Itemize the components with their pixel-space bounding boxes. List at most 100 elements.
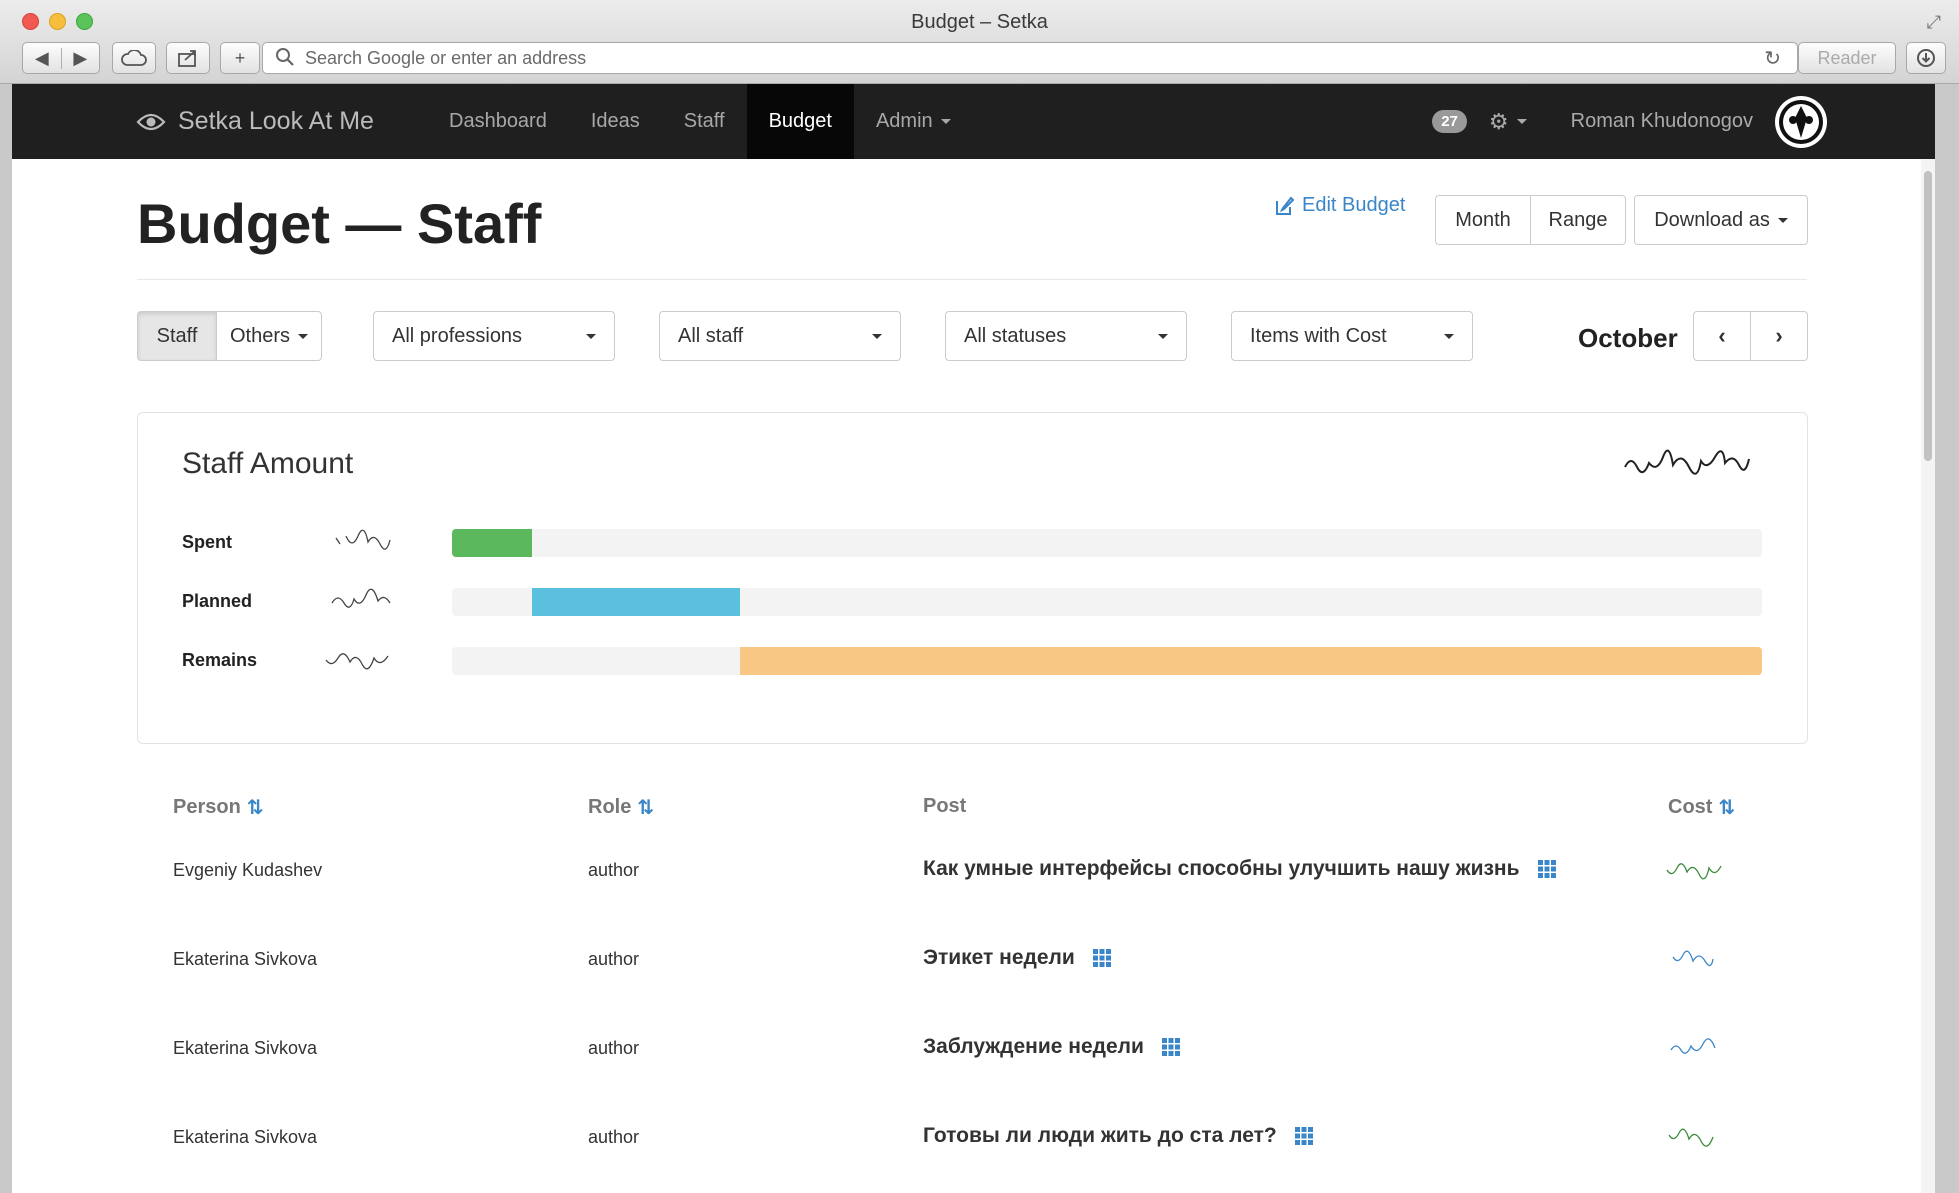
history-buttons: ◀ ▶ [22,42,100,74]
column-header-post: Post [923,795,966,818]
bar-row-spent: Spent [182,528,1772,558]
progress-fill-planned [531,588,741,616]
grid-icon[interactable] [1537,860,1556,878]
cost-filter-select[interactable]: Items with Cost [1231,311,1473,361]
notification-badge[interactable]: 27 [1432,110,1467,133]
bar-row-planned: Planned [182,587,1772,617]
header-divider [137,279,1807,280]
sort-icon: ⇅ [246,797,264,819]
forward-button[interactable]: ▶ [60,47,100,69]
amount-scribble-planned [331,588,391,608]
fullscreen-icon[interactable]: ⤢ [1927,12,1941,33]
progress-fill-remains [740,647,1762,675]
professions-value: All professions [392,324,523,347]
nav-staff[interactable]: Staff [662,84,747,159]
amount-scribble-remains [325,653,389,670]
staff-select[interactable]: All staff [659,311,901,361]
person-link[interactable]: Ekaterina Sivkova [173,1038,317,1059]
edit-budget-link[interactable]: Edit Budget [1274,194,1405,217]
others-label: Others [229,324,291,347]
role-text: author [588,1038,640,1058]
download-as-button[interactable]: Download as [1634,195,1808,245]
post-link[interactable]: Этикет недели [923,946,1075,970]
cost-scribble [1668,1128,1714,1147]
nav-admin-label: Admin [875,110,933,132]
grid-icon[interactable] [1294,1127,1313,1145]
caret-down-icon [872,333,882,339]
share-icon [178,50,196,67]
caret-down-icon [940,119,951,124]
chevron-right-icon: › [1775,323,1783,348]
role-text: author [588,1127,640,1147]
caret-down-icon [1516,119,1527,124]
user-area: 27 ⚙ Roman Khudonogov [1432,84,1827,159]
nav-admin-dropdown[interactable]: Admin [854,84,973,159]
new-tab-button[interactable]: + [220,42,260,74]
nav-ideas[interactable]: Ideas [569,84,662,159]
icloud-tabs-button[interactable] [112,42,156,74]
post-cell: Как умные интерфейсы способны улучшить н… [923,857,1556,881]
person-link[interactable]: Ekaterina Sivkova [173,949,317,970]
nav-dashboard[interactable]: Dashboard [427,84,569,159]
staff-toggle-button[interactable]: Staff [137,311,217,361]
cost-filter-value: Items with Cost [1250,324,1387,347]
post-link[interactable]: Готовы ли люди жить до ста лет? [923,1124,1277,1148]
person-link[interactable]: Ekaterina Sivkova [173,1127,317,1148]
panel-title: Staff Amount [182,447,354,480]
page-scrollbar[interactable] [1921,159,1935,1193]
column-label-post: Post [923,795,967,817]
column-header-person[interactable]: Person ⇅ [173,795,264,820]
amount-scribble-spent [335,529,391,550]
post-cell: Этикет недели [923,946,1111,970]
browser-chrome: Budget – Setka ⤢ ◀ ▶ + ↻ Reader [0,0,1959,84]
cloud-icon [121,50,147,66]
app-navbar: Setka Look At Me Dashboard Ideas Staff B… [12,84,1935,159]
avatar[interactable] [1775,95,1827,148]
user-name[interactable]: Roman Khudonogov [1571,110,1753,133]
settings-dropdown[interactable]: ⚙ [1489,109,1527,135]
month-button[interactable]: Month [1435,195,1531,245]
grid-icon[interactable] [1161,1038,1180,1056]
table-row: Ekaterina Sivkova author Этикет недели [137,916,1808,1005]
back-button[interactable]: ◀ [23,48,61,69]
grid-icon[interactable] [1092,949,1111,967]
current-month: October [1578,323,1678,353]
column-header-role[interactable]: Role ⇅ [588,795,654,820]
downloads-button[interactable] [1906,42,1946,74]
brand-link[interactable]: Setka Look At Me [136,84,374,159]
nav-budget[interactable]: Budget [746,84,854,159]
others-dropdown-button[interactable]: Others [216,311,322,361]
bar-label-spent: Spent [182,532,233,552]
staff-amount-panel: Staff Amount Spent Planned Remains [137,412,1808,744]
eye-icon [136,113,166,130]
total-amount-scribble [1624,449,1750,475]
search-icon [275,47,297,69]
address-bar[interactable]: ↻ [262,42,1798,74]
column-header-cost[interactable]: Cost ⇅ [1668,795,1735,820]
progress-track-remains [452,647,1762,675]
main-nav: Dashboard Ideas Staff Budget Admin [427,84,973,159]
reader-button[interactable]: Reader [1798,42,1896,74]
brand-name: Setka Look At Me [178,107,374,135]
reload-icon[interactable]: ↻ [1764,46,1781,71]
cost-scribble [1672,950,1714,967]
avatar-image [1779,99,1823,144]
person-link[interactable]: Evgeniy Kudashev [173,860,322,881]
table-row: Ekaterina Sivkova author Заблуждение нед… [137,1005,1808,1094]
professions-select[interactable]: All professions [373,311,615,361]
scrollbar-thumb[interactable] [1924,171,1932,461]
table-row: Evgeniy Kudashev author Как умные интерф… [137,827,1808,916]
address-input[interactable] [305,44,1765,72]
next-month-button[interactable]: › [1750,311,1808,361]
statuses-select[interactable]: All statuses [945,311,1187,361]
previous-month-button[interactable]: ‹ [1693,311,1751,361]
post-link[interactable]: Заблуждение недели [923,1035,1144,1059]
progress-track-planned [452,588,1762,616]
table-row: Ekaterina Sivkova author Готовы ли люди … [137,1094,1808,1183]
bar-row-remains: Remains [182,646,1772,676]
column-label-person: Person [173,796,241,818]
column-label-cost: Cost [1668,796,1713,818]
post-link[interactable]: Как умные интерфейсы способны улучшить н… [923,857,1520,881]
share-button[interactable] [166,42,210,74]
range-button[interactable]: Range [1530,195,1626,245]
